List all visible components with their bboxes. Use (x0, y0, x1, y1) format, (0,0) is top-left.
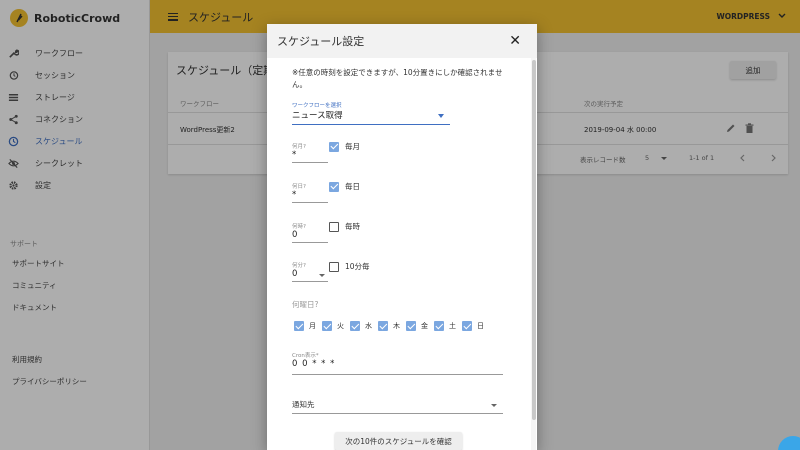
dropdown-arrow-icon (319, 274, 325, 277)
every-day-label: 毎日 (345, 182, 360, 191)
dropdown-arrow-icon (491, 404, 497, 407)
weekday-checkboxes: 月 火 水 木 金 土 日 (294, 321, 484, 331)
workflow-select-label: ワークフローを選択 (292, 103, 342, 109)
weekday-wed[interactable]: 水 (350, 321, 372, 331)
hour-input[interactable]: 0 (292, 230, 328, 243)
weekday-label: 金 (421, 322, 428, 330)
cron-label: Cron表示* (292, 353, 319, 359)
every-hour-checkbox-row[interactable]: 毎時 (329, 221, 360, 232)
weekday-sun[interactable]: 日 (462, 321, 484, 331)
every-month-checkbox[interactable] (329, 141, 339, 152)
day-label: 何日? (292, 184, 306, 190)
weekday-checkbox[interactable] (462, 321, 472, 331)
weekday-tue[interactable]: 火 (322, 321, 344, 331)
every-hour-checkbox[interactable] (329, 221, 339, 232)
every-month-checkbox-row[interactable]: 毎月 (329, 141, 360, 152)
every-day-checkbox[interactable] (329, 181, 339, 192)
weekdays-label: 何曜日? (292, 300, 319, 309)
notify-select[interactable]: 通知先 (292, 399, 503, 414)
weekday-label: 水 (365, 322, 372, 330)
every-hour-label: 毎時 (345, 222, 360, 231)
weekday-checkbox[interactable] (350, 321, 360, 331)
dialog-header: スケジュール設定 ✕ (267, 24, 537, 58)
weekday-mon[interactable]: 月 (294, 321, 316, 331)
notify-select-label: 通知先 (292, 400, 315, 409)
weekday-thu[interactable]: 木 (378, 321, 400, 331)
every-10min-checkbox-row[interactable]: 10分毎 (329, 261, 370, 272)
weekday-checkbox[interactable] (406, 321, 416, 331)
dialog-title: スケジュール設定 (277, 35, 365, 48)
weekday-label: 月 (309, 322, 316, 330)
dropdown-arrow-icon (438, 114, 444, 118)
weekday-checkbox[interactable] (322, 321, 332, 331)
weekday-checkbox[interactable] (434, 321, 444, 331)
weekday-sat[interactable]: 土 (434, 321, 456, 331)
weekday-label: 木 (393, 322, 400, 330)
every-10min-label: 10分毎 (345, 262, 370, 271)
weekday-label: 日 (477, 322, 484, 330)
cron-input[interactable]: 0 0 * * * (292, 359, 503, 375)
weekday-label: 土 (449, 322, 456, 330)
schedule-settings-dialog: スケジュール設定 ✕ ※任意の時刻を設定できますが、10分置きにしか確認されませ… (267, 24, 537, 450)
weekday-checkbox[interactable] (378, 321, 388, 331)
close-icon[interactable]: ✕ (509, 34, 521, 48)
weekday-fri[interactable]: 金 (406, 321, 428, 331)
hour-label: 何時? (292, 224, 306, 230)
every-day-checkbox-row[interactable]: 毎日 (329, 181, 360, 192)
workflow-select[interactable]: ニュース取得 (292, 109, 450, 125)
every-month-label: 毎月 (345, 142, 360, 151)
minute-label: 何分? (292, 263, 306, 269)
interval-note: ※任意の時刻を設定できますが、10分置きにしか確認されません。 (292, 68, 503, 89)
scrollbar-thumb[interactable] (532, 60, 536, 420)
confirm-next-schedules-button[interactable]: 次の10件のスケジュールを確認 (335, 432, 462, 450)
every-10min-checkbox[interactable] (329, 261, 339, 272)
weekday-label: 火 (337, 322, 344, 330)
minute-value: 0 (292, 269, 298, 279)
workflow-select-value: ニュース取得 (292, 111, 343, 121)
weekday-checkbox[interactable] (294, 321, 304, 331)
month-label: 何月? (292, 144, 306, 150)
day-input[interactable]: * (292, 190, 328, 203)
minute-select[interactable]: 0 (292, 269, 328, 282)
month-input[interactable]: * (292, 150, 328, 163)
